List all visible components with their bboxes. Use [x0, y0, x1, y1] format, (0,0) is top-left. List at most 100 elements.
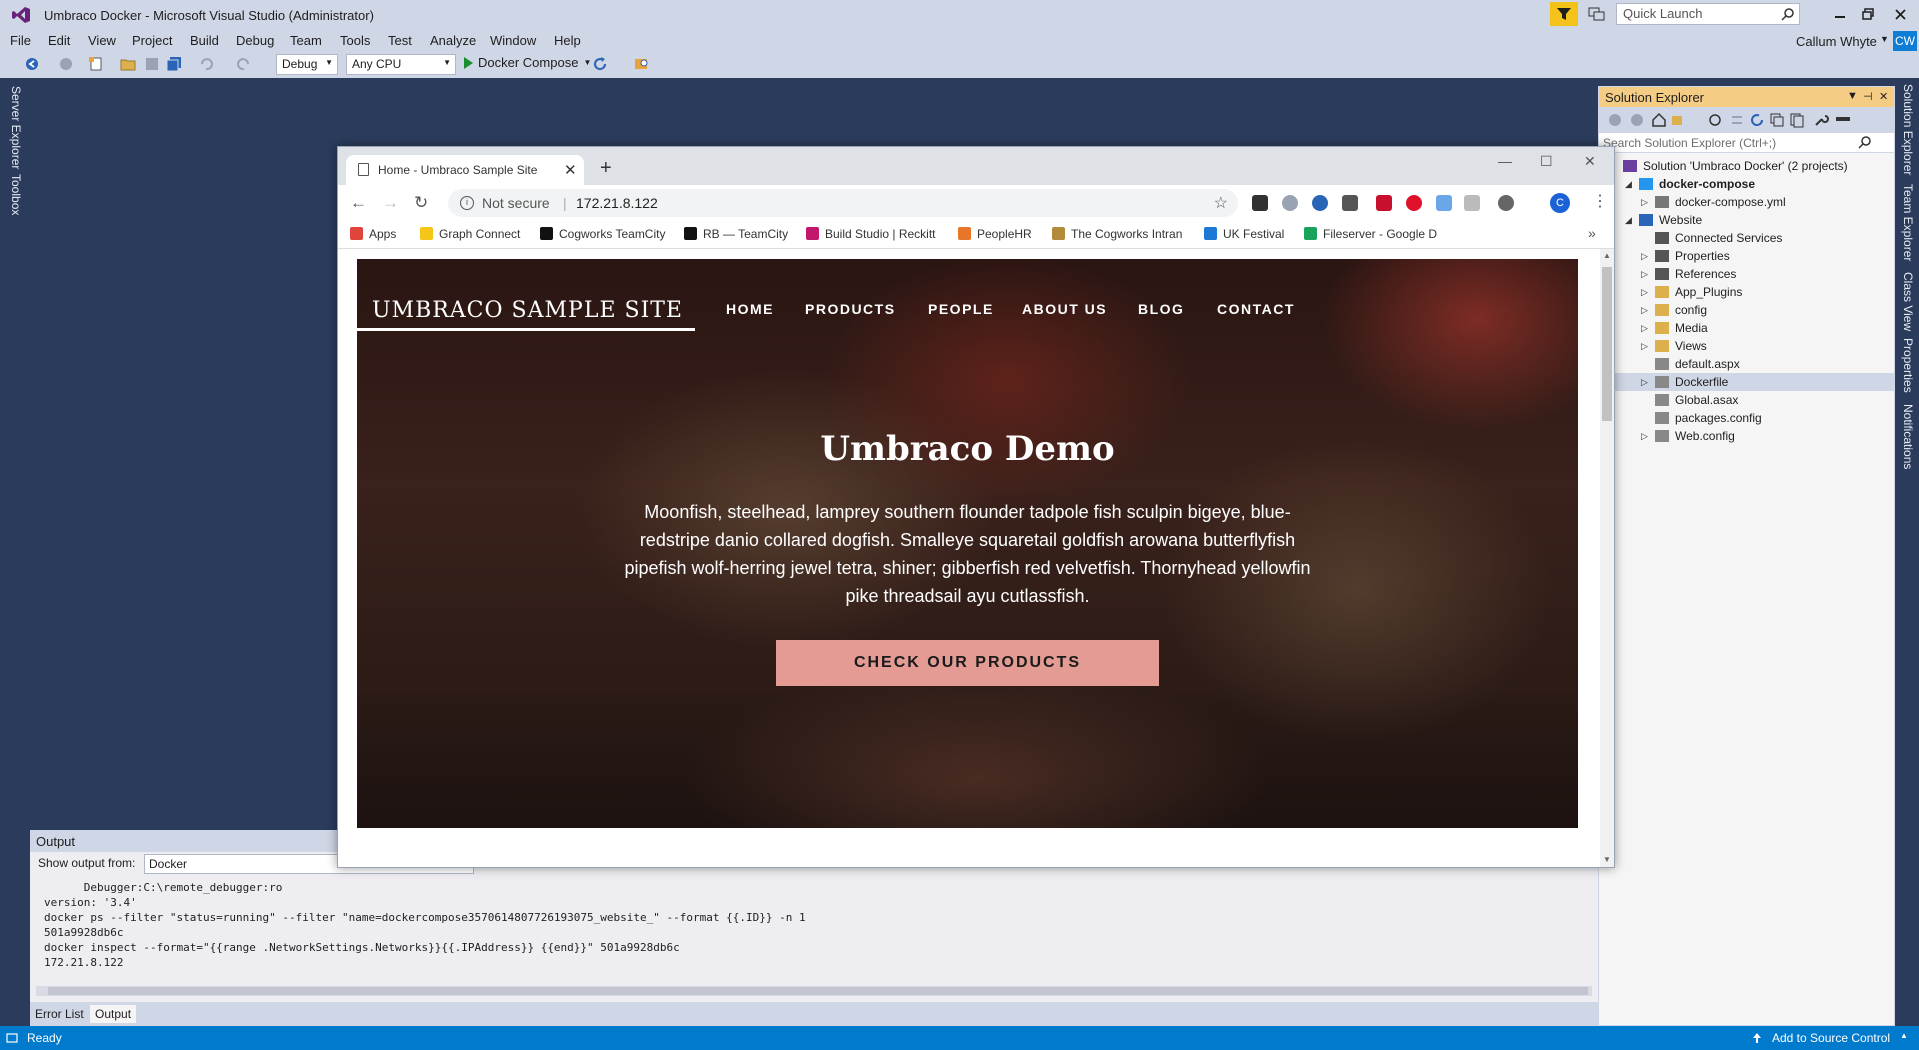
bookmark-graph-connect[interactable]: Graph Connect [420, 227, 520, 241]
browser-menu-icon[interactable]: ⋮ [1592, 191, 1608, 211]
scroll-up-icon[interactable]: ▲ [1603, 251, 1611, 260]
notifications-filter-button[interactable] [1550, 2, 1578, 26]
forward-arrow-icon[interactable]: → [382, 193, 399, 213]
tree-item[interactable]: ▷ Web.config [1599, 427, 1894, 445]
tree-item[interactable]: packages.config [1599, 409, 1894, 427]
avatar[interactable]: CW [1893, 31, 1917, 51]
solution-configuration-select[interactable]: Debug ▼ [276, 54, 338, 75]
minimize-button[interactable] [1832, 6, 1848, 22]
expand-arrow-icon[interactable]: ▷ [1641, 265, 1648, 283]
tree-item[interactable]: ▷ docker-compose.yml [1599, 193, 1894, 211]
output-text[interactable]: Debugger:C:\remote_debugger:ro version: '… [44, 880, 806, 970]
navigate-forward-icon[interactable] [58, 56, 74, 72]
chevron-up-icon[interactable]: ▲ [1900, 1031, 1908, 1040]
tree-item[interactable]: ◢ docker-compose [1599, 175, 1894, 193]
chevron-down-icon[interactable]: ▼ [1880, 34, 1889, 44]
back-icon[interactable] [1607, 112, 1623, 128]
browser-tab[interactable]: Home - Umbraco Sample Site ✕ [346, 155, 584, 185]
page-vertical-scrollbar[interactable]: ▲ ▼ [1600, 249, 1614, 867]
feedback-icon[interactable] [1588, 6, 1606, 22]
quick-launch-input[interactable]: Quick Launch [1616, 3, 1800, 25]
menu-edit[interactable]: Edit [48, 33, 70, 48]
menu-view[interactable]: View [88, 33, 116, 48]
new-project-icon[interactable] [88, 56, 104, 72]
sync-icon[interactable] [1729, 112, 1745, 128]
bookmark-cogworks-teamcity[interactable]: Cogworks TeamCity [540, 227, 665, 241]
url-text[interactable]: 172.21.8.122 [576, 195, 658, 211]
extension-icon[interactable] [1342, 195, 1358, 211]
scroll-down-icon[interactable]: ▼ [1603, 855, 1611, 864]
home-icon[interactable] [1651, 112, 1667, 128]
browser-maximize-button[interactable]: ☐ [1540, 153, 1553, 170]
new-tab-button[interactable]: + [600, 157, 612, 180]
server-explorer-tab[interactable]: Server Explorer [9, 86, 23, 169]
expand-arrow-icon[interactable]: ▷ [1641, 337, 1648, 355]
properties-tab[interactable]: Properties [1901, 338, 1915, 393]
close-button[interactable] [1892, 6, 1908, 22]
save-all-icon[interactable] [166, 56, 182, 72]
more-bookmarks-icon[interactable]: » [1588, 225, 1596, 241]
profile-avatar[interactable]: C [1550, 193, 1570, 213]
redo-icon[interactable] [236, 56, 252, 72]
nav-about-us[interactable]: ABOUT US [1022, 301, 1107, 317]
tree-item[interactable]: ▷ Views [1599, 337, 1894, 355]
menu-help[interactable]: Help [554, 33, 581, 48]
undo-icon[interactable] [198, 56, 214, 72]
properties-wrench-icon[interactable] [1813, 112, 1829, 128]
solution-search-input[interactable]: Search Solution Explorer (Ctrl+;) [1599, 133, 1894, 153]
tree-item[interactable]: ▷ References [1599, 265, 1894, 283]
expand-arrow-icon[interactable]: ▷ [1641, 247, 1648, 265]
tab-error-list[interactable]: Error List [30, 1005, 89, 1023]
nav-people[interactable]: PEOPLE [928, 301, 994, 317]
tree-item[interactable]: ▷ Media [1599, 319, 1894, 337]
browser-close-button[interactable]: ✕ [1584, 153, 1596, 170]
tree-item[interactable]: ▷ config [1599, 301, 1894, 319]
team-explorer-tab[interactable]: Team Explorer [1901, 184, 1915, 261]
bookmark-peoplehr[interactable]: PeopleHR [958, 227, 1032, 241]
extension-icon[interactable] [1252, 195, 1268, 211]
extension-icon[interactable] [1464, 195, 1480, 211]
expand-arrow-icon[interactable]: ▷ [1641, 301, 1648, 319]
extension-icon[interactable] [1436, 195, 1452, 211]
tab-output[interactable]: Output [90, 1005, 137, 1023]
expand-arrow-icon[interactable]: ◢ [1625, 211, 1632, 229]
extension-icon[interactable] [1498, 195, 1514, 211]
navigate-back-icon[interactable] [24, 56, 40, 72]
preview-selected-icon[interactable] [1835, 112, 1851, 128]
security-indicator[interactable]: Not secure [482, 195, 550, 211]
show-all-files-icon[interactable] [1789, 112, 1805, 128]
save-icon[interactable] [144, 56, 160, 72]
expand-arrow-icon[interactable]: ▷ [1641, 319, 1648, 337]
expand-arrow-icon[interactable]: ◢ [1625, 175, 1632, 193]
find-in-files-icon[interactable] [634, 56, 650, 72]
menu-build[interactable]: Build [190, 33, 219, 48]
bookmark-star-icon[interactable]: ☆ [1214, 193, 1228, 213]
forward-icon[interactable] [1629, 112, 1645, 128]
account-name[interactable]: Callum Whyte [1796, 34, 1877, 49]
refresh-icon[interactable] [592, 56, 608, 72]
address-bar[interactable]: i Not secure | 172.21.8.122 ☆ [448, 189, 1238, 217]
bookmark-rb-teamcity[interactable]: RB — TeamCity [684, 227, 788, 241]
bookmark-cogworks-intranet[interactable]: The Cogworks Intran [1052, 227, 1182, 241]
refresh-icon[interactable] [1749, 112, 1765, 128]
bookmark-build-studio[interactable]: Build Studio | Reckitt [806, 227, 936, 241]
info-icon[interactable]: i [460, 196, 474, 210]
scrollbar-thumb[interactable] [48, 987, 1588, 995]
reload-icon[interactable]: ↻ [414, 193, 428, 213]
open-file-icon[interactable] [120, 56, 136, 72]
toolbox-tab[interactable]: Toolbox [9, 174, 23, 215]
expand-arrow-icon[interactable]: ▷ [1641, 427, 1648, 445]
expand-arrow-icon[interactable]: ▷ [1641, 373, 1648, 391]
menu-tools[interactable]: Tools [340, 33, 370, 48]
menu-window[interactable]: Window [490, 33, 536, 48]
nav-home[interactable]: HOME [726, 301, 774, 317]
tree-item[interactable]: ▷ Properties [1599, 247, 1894, 265]
site-brand[interactable]: UMBRACO SAMPLE SITE [372, 298, 683, 329]
extension-icon[interactable] [1312, 195, 1328, 211]
add-to-source-control-button[interactable]: Add to Source Control [1772, 1031, 1890, 1045]
expand-arrow-icon[interactable]: ▷ [1641, 283, 1648, 301]
check-products-button[interactable]: CHECK OUR PRODUCTS [776, 640, 1159, 686]
nav-contact[interactable]: CONTACT [1217, 301, 1295, 317]
tree-item[interactable]: Global.asax [1599, 391, 1894, 409]
tree-item[interactable]: Solution 'Umbraco Docker' (2 projects) [1599, 157, 1894, 175]
